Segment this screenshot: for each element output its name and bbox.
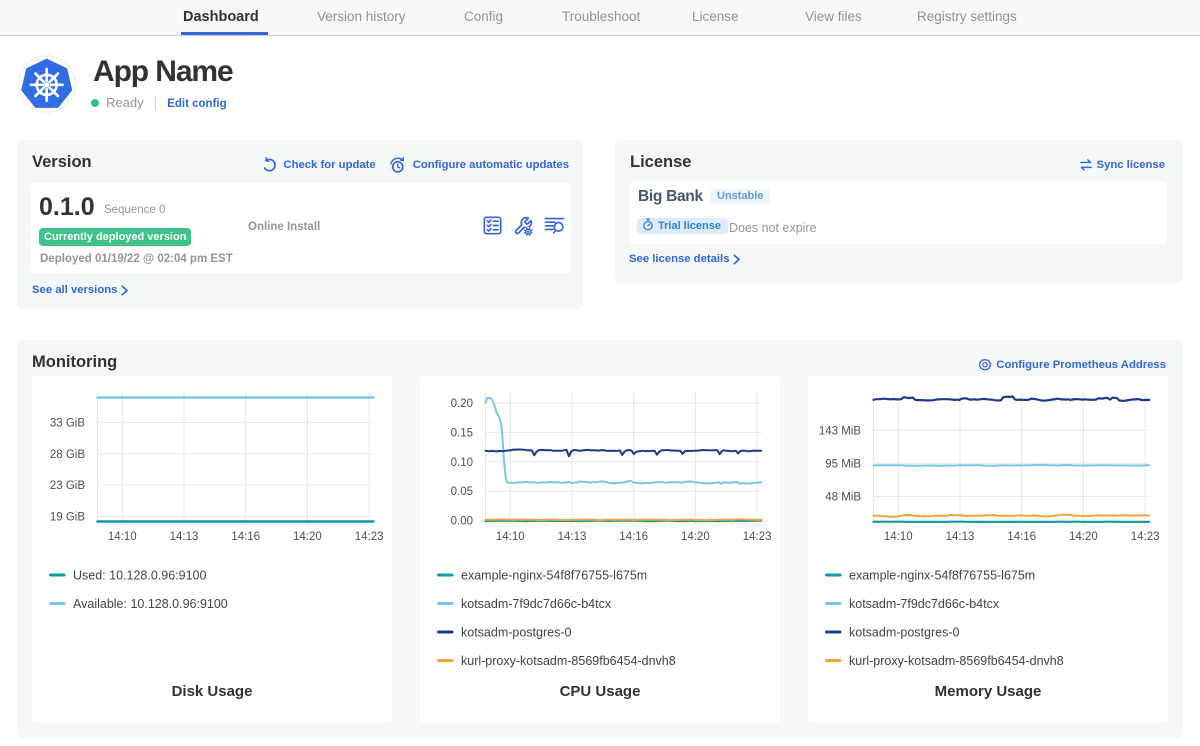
svg-text:0.05: 0.05 bbox=[451, 486, 473, 498]
svg-text:kotsadm-7f9dc7d66c-b4tcx: kotsadm-7f9dc7d66c-b4tcx bbox=[849, 597, 1000, 611]
svg-text:Disk Usage: Disk Usage bbox=[172, 683, 253, 700]
svg-text:14:20: 14:20 bbox=[293, 531, 322, 543]
svg-text:0.15: 0.15 bbox=[451, 427, 473, 439]
svg-text:0.00: 0.00 bbox=[451, 516, 473, 528]
svg-text:14:16: 14:16 bbox=[231, 531, 260, 543]
svg-text:14:16: 14:16 bbox=[619, 531, 648, 543]
svg-text:14:16: 14:16 bbox=[1007, 531, 1036, 543]
svg-text:CPU Usage: CPU Usage bbox=[560, 683, 641, 700]
svg-text:Memory Usage: Memory Usage bbox=[935, 683, 1042, 700]
svg-text:14:20: 14:20 bbox=[681, 531, 710, 543]
svg-text:14:10: 14:10 bbox=[108, 531, 137, 543]
svg-text:kotsadm-7f9dc7d66c-b4tcx: kotsadm-7f9dc7d66c-b4tcx bbox=[461, 597, 612, 611]
svg-text:Available: 10.128.0.96:9100: Available: 10.128.0.96:9100 bbox=[73, 597, 228, 611]
svg-text:14:10: 14:10 bbox=[496, 531, 525, 543]
svg-text:kotsadm-postgres-0: kotsadm-postgres-0 bbox=[461, 626, 572, 640]
svg-text:28 GiB: 28 GiB bbox=[50, 449, 85, 461]
svg-text:95 MiB: 95 MiB bbox=[825, 458, 861, 470]
svg-text:Used: 10.128.0.96:9100: Used: 10.128.0.96:9100 bbox=[73, 569, 206, 583]
svg-text:14:23: 14:23 bbox=[743, 531, 772, 543]
svg-text:14:13: 14:13 bbox=[946, 531, 975, 543]
svg-text:19 GiB: 19 GiB bbox=[50, 511, 85, 523]
svg-text:kotsadm-postgres-0: kotsadm-postgres-0 bbox=[849, 626, 960, 640]
svg-text:23 GiB: 23 GiB bbox=[50, 480, 85, 492]
svg-text:14:23: 14:23 bbox=[355, 531, 384, 543]
svg-text:14:13: 14:13 bbox=[170, 531, 199, 543]
svg-text:example-nginx-54f8f76755-l675m: example-nginx-54f8f76755-l675m bbox=[849, 569, 1035, 583]
svg-text:14:20: 14:20 bbox=[1069, 531, 1098, 543]
svg-text:kurl-proxy-kotsadm-8569fb6454-: kurl-proxy-kotsadm-8569fb6454-dnvh8 bbox=[849, 654, 1064, 668]
svg-text:0.10: 0.10 bbox=[451, 457, 473, 469]
svg-text:48 MiB: 48 MiB bbox=[825, 491, 861, 503]
svg-text:example-nginx-54f8f76755-l675m: example-nginx-54f8f76755-l675m bbox=[461, 569, 647, 583]
svg-text:kurl-proxy-kotsadm-8569fb6454-: kurl-proxy-kotsadm-8569fb6454-dnvh8 bbox=[461, 654, 676, 668]
svg-text:143 MiB: 143 MiB bbox=[819, 425, 862, 437]
svg-text:33 GiB: 33 GiB bbox=[50, 418, 85, 430]
svg-text:14:13: 14:13 bbox=[558, 531, 587, 543]
svg-text:14:23: 14:23 bbox=[1131, 531, 1160, 543]
svg-text:0.20: 0.20 bbox=[451, 398, 473, 410]
svg-text:14:10: 14:10 bbox=[884, 531, 913, 543]
